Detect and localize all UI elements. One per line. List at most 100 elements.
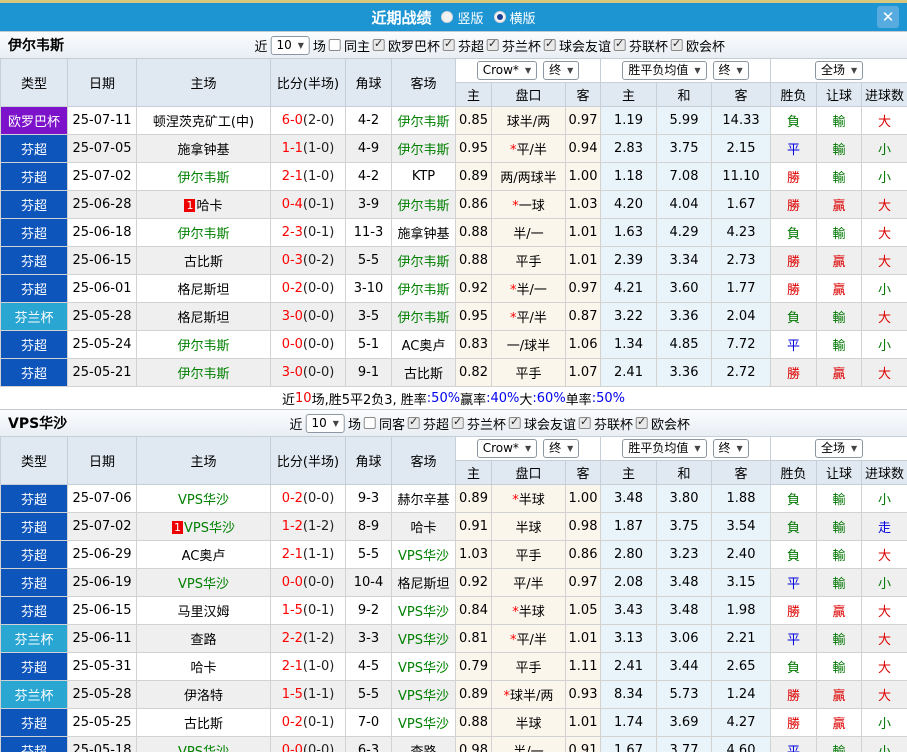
odds-time-select[interactable]: 终 ▼ [543,439,580,458]
avg-odds-select[interactable]: 胜平负均值 ▼ [622,439,707,458]
league-filter-checkbox[interactable] [614,37,627,51]
league-filter-checkbox[interactable] [636,415,649,429]
crown-away-odds-cell: 0.87 [565,302,601,331]
avg-home-odds-cell: 2.39 [600,246,657,275]
league-type-cell: 芬超 [0,736,68,752]
column-header: 角球 [345,436,392,485]
avg-time-select[interactable]: 终 ▼ [712,61,749,80]
handicap-cell: 球半/两 [491,106,566,135]
avg-time-select[interactable]: 终 ▼ [712,439,749,458]
away-team-cell: 施拿钟基 [391,218,456,247]
league-filter-checkbox[interactable] [372,37,385,51]
handicap-text: 半球 [518,493,545,508]
league-filter-checkbox[interactable] [486,37,499,51]
table-row: 芬超 25-06-15 马里汉姆 1-5(0-1) 9-2 VPS华沙 0.84 *半球 1.0… [0,596,907,625]
column-header: 类型 [0,58,68,107]
chevron-down-icon: ▼ [736,444,743,453]
horizontal-layout-radio[interactable]: 横版 [493,8,536,27]
league-filter-checkbox[interactable] [579,415,592,429]
table-row: 芬超 25-07-02 伊尔韦斯 2-1(1-0) 4-2 KTP 0.89 两/两球半 1.0… [0,162,907,191]
league-type-cell: 芬超 [0,358,68,387]
fulltime-select[interactable]: 全场 ▼ [814,61,864,80]
league-filter-checkbox[interactable] [407,415,420,429]
avg-away-odds-cell: 1.67 [710,190,772,219]
result-handicap-cell: 輸 [816,134,863,163]
away-team-cell: 伊尔韦斯 [391,274,456,303]
handicap-cell: *一球 [491,190,566,219]
date-cell: 25-05-28 [67,680,137,709]
fulltime-select[interactable]: 全场 ▼ [814,439,864,458]
league-type-cell: 芬超 [0,652,68,681]
score-cell: 0-2(0-1) [270,708,346,737]
summary-text: 近 [282,392,296,408]
crown-home-odds-cell: 0.91 [455,512,492,541]
handicap-text: 平手 [515,367,542,382]
league-filter-checkbox[interactable] [671,37,684,51]
score-cell: 0-3(0-2) [270,246,346,275]
league-filter-checkbox[interactable] [544,37,557,51]
league-filter-checkbox[interactable] [442,37,455,51]
table-row: 芬超 25-06-01 格尼斯坦 0-2(0-0) 3-10 伊尔韦斯 0.92 *半/一 0.… [0,274,907,303]
games-suffix-label: 场 [347,417,361,433]
league-filter-checkbox[interactable] [451,415,464,429]
crown-home-odds-cell: 0.81 [455,624,492,653]
handicap-text: 球半/两 [506,115,551,130]
sub-column-header: 胜负 [770,460,818,485]
table-row: 芬超 25-06-29 AC奥卢 2-1(1-1) 5-5 VPS华沙 1.03 平手 0.86… [0,540,907,569]
radio-icon[interactable] [493,11,506,23]
same-venue-checkbox[interactable] [328,39,341,51]
odds-time-select[interactable]: 终 ▼ [543,61,580,80]
crown-away-odds-cell: 1.00 [565,484,601,513]
same-venue-checkbox[interactable] [363,417,376,429]
score-cell: 0-2(0-0) [270,274,346,303]
fulltime-score: 0-0 [281,337,303,352]
team-name: 查路 [190,633,217,648]
halftime-score: (0-0) [302,281,335,296]
avg-draw-odds-cell: 3.60 [656,274,712,303]
chevron-down-icon: ▼ [850,66,858,75]
team-name: 伊尔韦斯 [397,143,450,158]
vertical-layout-label: 竖版 [457,11,484,27]
score-cell: 2-1(1-0) [270,162,346,191]
home-team-cell: 1 哈卡 [136,190,271,219]
vertical-layout-radio[interactable]: 竖版 [441,8,484,27]
handicap-text: 平手 [515,661,542,676]
recent-games-select[interactable]: 10 ▼ [270,35,310,55]
avg-away-odds-cell: 1.77 [710,274,772,303]
avg-odds-select-value: 胜平负均值 [628,441,689,455]
filter-bar: 近 10 ▼ 场 同主 欧罗巴杯 芬超 芬兰杯 球会友谊 芬联杯 欧会杯 [254,35,725,55]
score-cell: 3-0(0-0) [270,358,346,387]
crown-away-odds-cell: 1.00 [565,162,601,191]
away-team-cell: 伊尔韦斯 [391,190,456,219]
sub-column-header: 主 [455,82,492,107]
handicap-text: 半/一 [516,283,547,298]
league-type-cell: 芬超 [0,330,68,359]
crown-home-odds-cell: 0.89 [455,162,492,191]
result-goals-cell: 小 [861,134,907,163]
halftime-score: (1-2) [302,631,335,646]
result-handicap-cell: 贏 [816,246,863,275]
home-team-cell: 1 VPS华沙 [136,512,271,541]
result-goals-cell: 大 [861,302,907,331]
handicap-text: 两/两球半 [500,171,557,186]
league-type-cell: 芬兰杯 [0,680,68,709]
crown-away-odds-cell: 0.97 [565,568,601,597]
crown-away-odds-cell: 1.01 [565,708,601,737]
league-filter-checkbox[interactable] [509,415,521,429]
corner-cell: 5-1 [345,330,392,359]
table-row: 芬兰杯 25-06-11 查路 2-2(1-2) 3-3 VPS华沙 0.81 *平/半 1.0… [0,624,907,653]
handicap-cell: 两/两球半 [491,162,566,191]
avg-home-odds-cell: 4.20 [600,190,657,219]
radio-icon[interactable] [441,11,454,23]
avg-odds-select[interactable]: 胜平负均值 ▼ [622,61,707,80]
result-goals-cell: 小 [861,708,907,737]
avg-home-odds-cell: 1.19 [600,106,657,135]
recent-games-select[interactable]: 10 ▼ [305,413,345,433]
bookmaker-select[interactable]: Crow* ▼ [476,61,538,80]
bookmaker-select[interactable]: Crow* ▼ [476,439,538,458]
result-wdl-cell: 負 [770,512,818,541]
sub-column-header: 客 [710,82,772,107]
table-row: 芬超25-05-18VPS华沙0-0(0-0)6-3查路0.98半/一0.911… [0,736,907,752]
away-team-cell: VPS华沙 [391,540,456,569]
close-icon[interactable]: ✕ [877,6,899,28]
